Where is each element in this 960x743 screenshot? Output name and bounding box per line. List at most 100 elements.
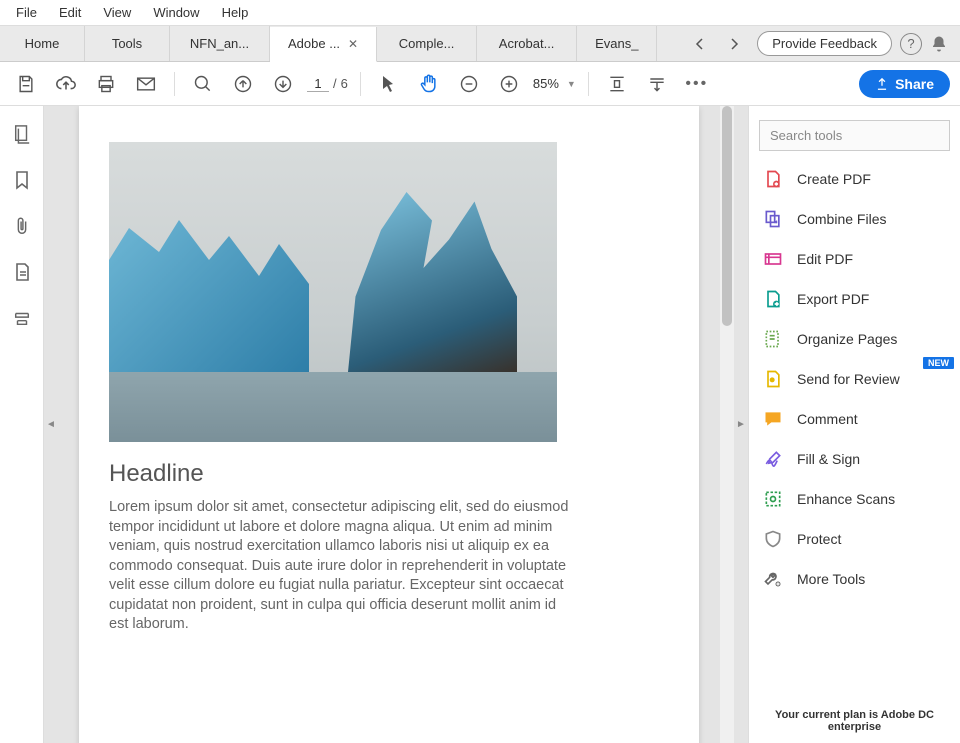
fit-page-icon[interactable]: [641, 68, 673, 100]
tab-home[interactable]: Home: [0, 26, 85, 61]
menu-file[interactable]: File: [6, 2, 47, 23]
save-icon[interactable]: [10, 68, 42, 100]
provide-feedback-button[interactable]: Provide Feedback: [757, 31, 892, 56]
left-nav-rail: [0, 106, 44, 743]
hand-tool-icon[interactable]: [413, 68, 445, 100]
tool-icon: [763, 569, 783, 589]
tool-combine-files[interactable]: Combine Files: [763, 209, 950, 229]
document-area: ◄ Headline Lorem ipsum dolor sit amet, c…: [44, 106, 748, 743]
tool-enhance-scans[interactable]: Enhance Scans: [763, 489, 950, 509]
tool-fill-sign[interactable]: Fill & Sign: [763, 449, 950, 469]
document-tab[interactable]: NFN_an...: [170, 26, 270, 61]
tool-icon: [763, 209, 783, 229]
page-indicator: / 6: [307, 76, 348, 92]
document-tab[interactable]: Adobe ...✕: [270, 27, 377, 62]
find-icon[interactable]: [187, 68, 219, 100]
tool-protect[interactable]: Protect: [763, 529, 950, 549]
page-separator: /: [333, 76, 337, 91]
email-icon[interactable]: [130, 68, 162, 100]
help-icon[interactable]: ?: [900, 33, 922, 55]
search-tools-input[interactable]: Search tools: [759, 120, 950, 151]
tool-icon: [763, 489, 783, 509]
tool-icon: [763, 249, 783, 269]
menu-help[interactable]: Help: [212, 2, 259, 23]
share-icon: [875, 77, 889, 91]
document-tab-label: Comple...: [399, 36, 455, 51]
tool-label: Create PDF: [797, 171, 871, 187]
select-tool-icon[interactable]: [373, 68, 405, 100]
workspace: ◄ Headline Lorem ipsum dolor sit amet, c…: [0, 106, 960, 743]
zoom-level[interactable]: 85% ▼: [533, 76, 576, 91]
tool-more-tools[interactable]: More Tools: [763, 569, 950, 589]
next-page-icon[interactable]: [267, 68, 299, 100]
tab-next-button[interactable]: [721, 30, 749, 58]
collapse-left-button[interactable]: ◄: [44, 106, 58, 743]
menu-window[interactable]: Window: [143, 2, 209, 23]
tool-organize-pages[interactable]: Organize Pages: [763, 329, 950, 349]
document-tab[interactable]: Comple...: [377, 26, 477, 61]
tab-tools[interactable]: Tools: [85, 26, 170, 61]
tool-label: Edit PDF: [797, 251, 853, 267]
tool-label: More Tools: [797, 571, 865, 587]
zoom-out-icon[interactable]: [453, 68, 485, 100]
tool-icon: [763, 369, 783, 389]
fit-width-icon[interactable]: [601, 68, 633, 100]
tab-prev-button[interactable]: [685, 30, 713, 58]
main-toolbar: / 6 85% ▼ ••• Share: [0, 62, 960, 106]
document-tab[interactable]: Acrobat...: [477, 26, 577, 61]
tool-list: Create PDF Combine Files Edit PDF Export PD…: [759, 169, 950, 589]
document-tab[interactable]: Evans_: [577, 26, 657, 61]
pdf-page: Headline Lorem ipsum dolor sit amet, con…: [79, 106, 699, 743]
thumbnails-icon[interactable]: [12, 124, 32, 144]
share-button[interactable]: Share: [859, 70, 950, 98]
zoom-in-icon[interactable]: [493, 68, 525, 100]
tab-bar: Home Tools NFN_an... Adobe ...✕ Comple..…: [0, 26, 960, 62]
document-tab-label: NFN_an...: [190, 36, 249, 51]
tool-export-pdf[interactable]: Export PDF: [763, 289, 950, 309]
tools-panel: Search tools Create PDF Combine Files Edit…: [748, 106, 960, 743]
plan-info: Your current plan is Adobe DC enterprise: [759, 693, 950, 733]
bookmarks-icon[interactable]: [12, 170, 32, 190]
tool-label: Enhance Scans: [797, 491, 895, 507]
tool-label: Combine Files: [797, 211, 886, 227]
tool-icon: [763, 329, 783, 349]
document-body: Lorem ipsum dolor sit amet, consectetur …: [109, 498, 579, 635]
more-tools-icon[interactable]: •••: [681, 68, 713, 100]
document-image: [109, 142, 557, 442]
menu-edit[interactable]: Edit: [49, 2, 91, 23]
tool-create-pdf[interactable]: Create PDF: [763, 169, 950, 189]
scrollbar-thumb[interactable]: [722, 106, 732, 326]
menu-view[interactable]: View: [93, 2, 141, 23]
print-icon[interactable]: [90, 68, 122, 100]
chevron-down-icon: ▼: [567, 79, 576, 89]
collapse-right-button[interactable]: ►: [734, 106, 748, 743]
tool-comment[interactable]: Comment: [763, 409, 950, 429]
tool-label: Protect: [797, 531, 841, 547]
menu-bar: File Edit View Window Help: [0, 0, 960, 26]
current-page-input[interactable]: [307, 76, 329, 92]
tool-send-for-review[interactable]: Send for ReviewNEW: [763, 369, 950, 389]
tool-label: Fill & Sign: [797, 451, 860, 467]
prev-page-icon[interactable]: [227, 68, 259, 100]
document-headline: Headline: [109, 460, 669, 488]
document-tab-label: Evans_: [595, 36, 638, 51]
tool-label: Export PDF: [797, 291, 869, 307]
layers-icon[interactable]: [12, 308, 32, 328]
tool-icon: [763, 289, 783, 309]
document-viewport[interactable]: Headline Lorem ipsum dolor sit amet, con…: [58, 106, 720, 743]
tool-edit-pdf[interactable]: Edit PDF: [763, 249, 950, 269]
document-icon[interactable]: [12, 262, 32, 282]
total-pages: 6: [341, 76, 348, 91]
zoom-value: 85%: [533, 76, 559, 91]
tool-label: Send for Review: [797, 371, 900, 387]
document-tab-label: Acrobat...: [499, 36, 555, 51]
attachments-icon[interactable]: [12, 216, 32, 236]
tool-icon: [763, 169, 783, 189]
tool-label: Comment: [797, 411, 858, 427]
close-tab-icon[interactable]: ✕: [348, 37, 358, 51]
tool-label: Organize Pages: [797, 331, 897, 347]
tool-icon: [763, 449, 783, 469]
vertical-scrollbar[interactable]: [720, 106, 734, 743]
cloud-upload-icon[interactable]: [50, 68, 82, 100]
notifications-icon[interactable]: [930, 35, 948, 53]
